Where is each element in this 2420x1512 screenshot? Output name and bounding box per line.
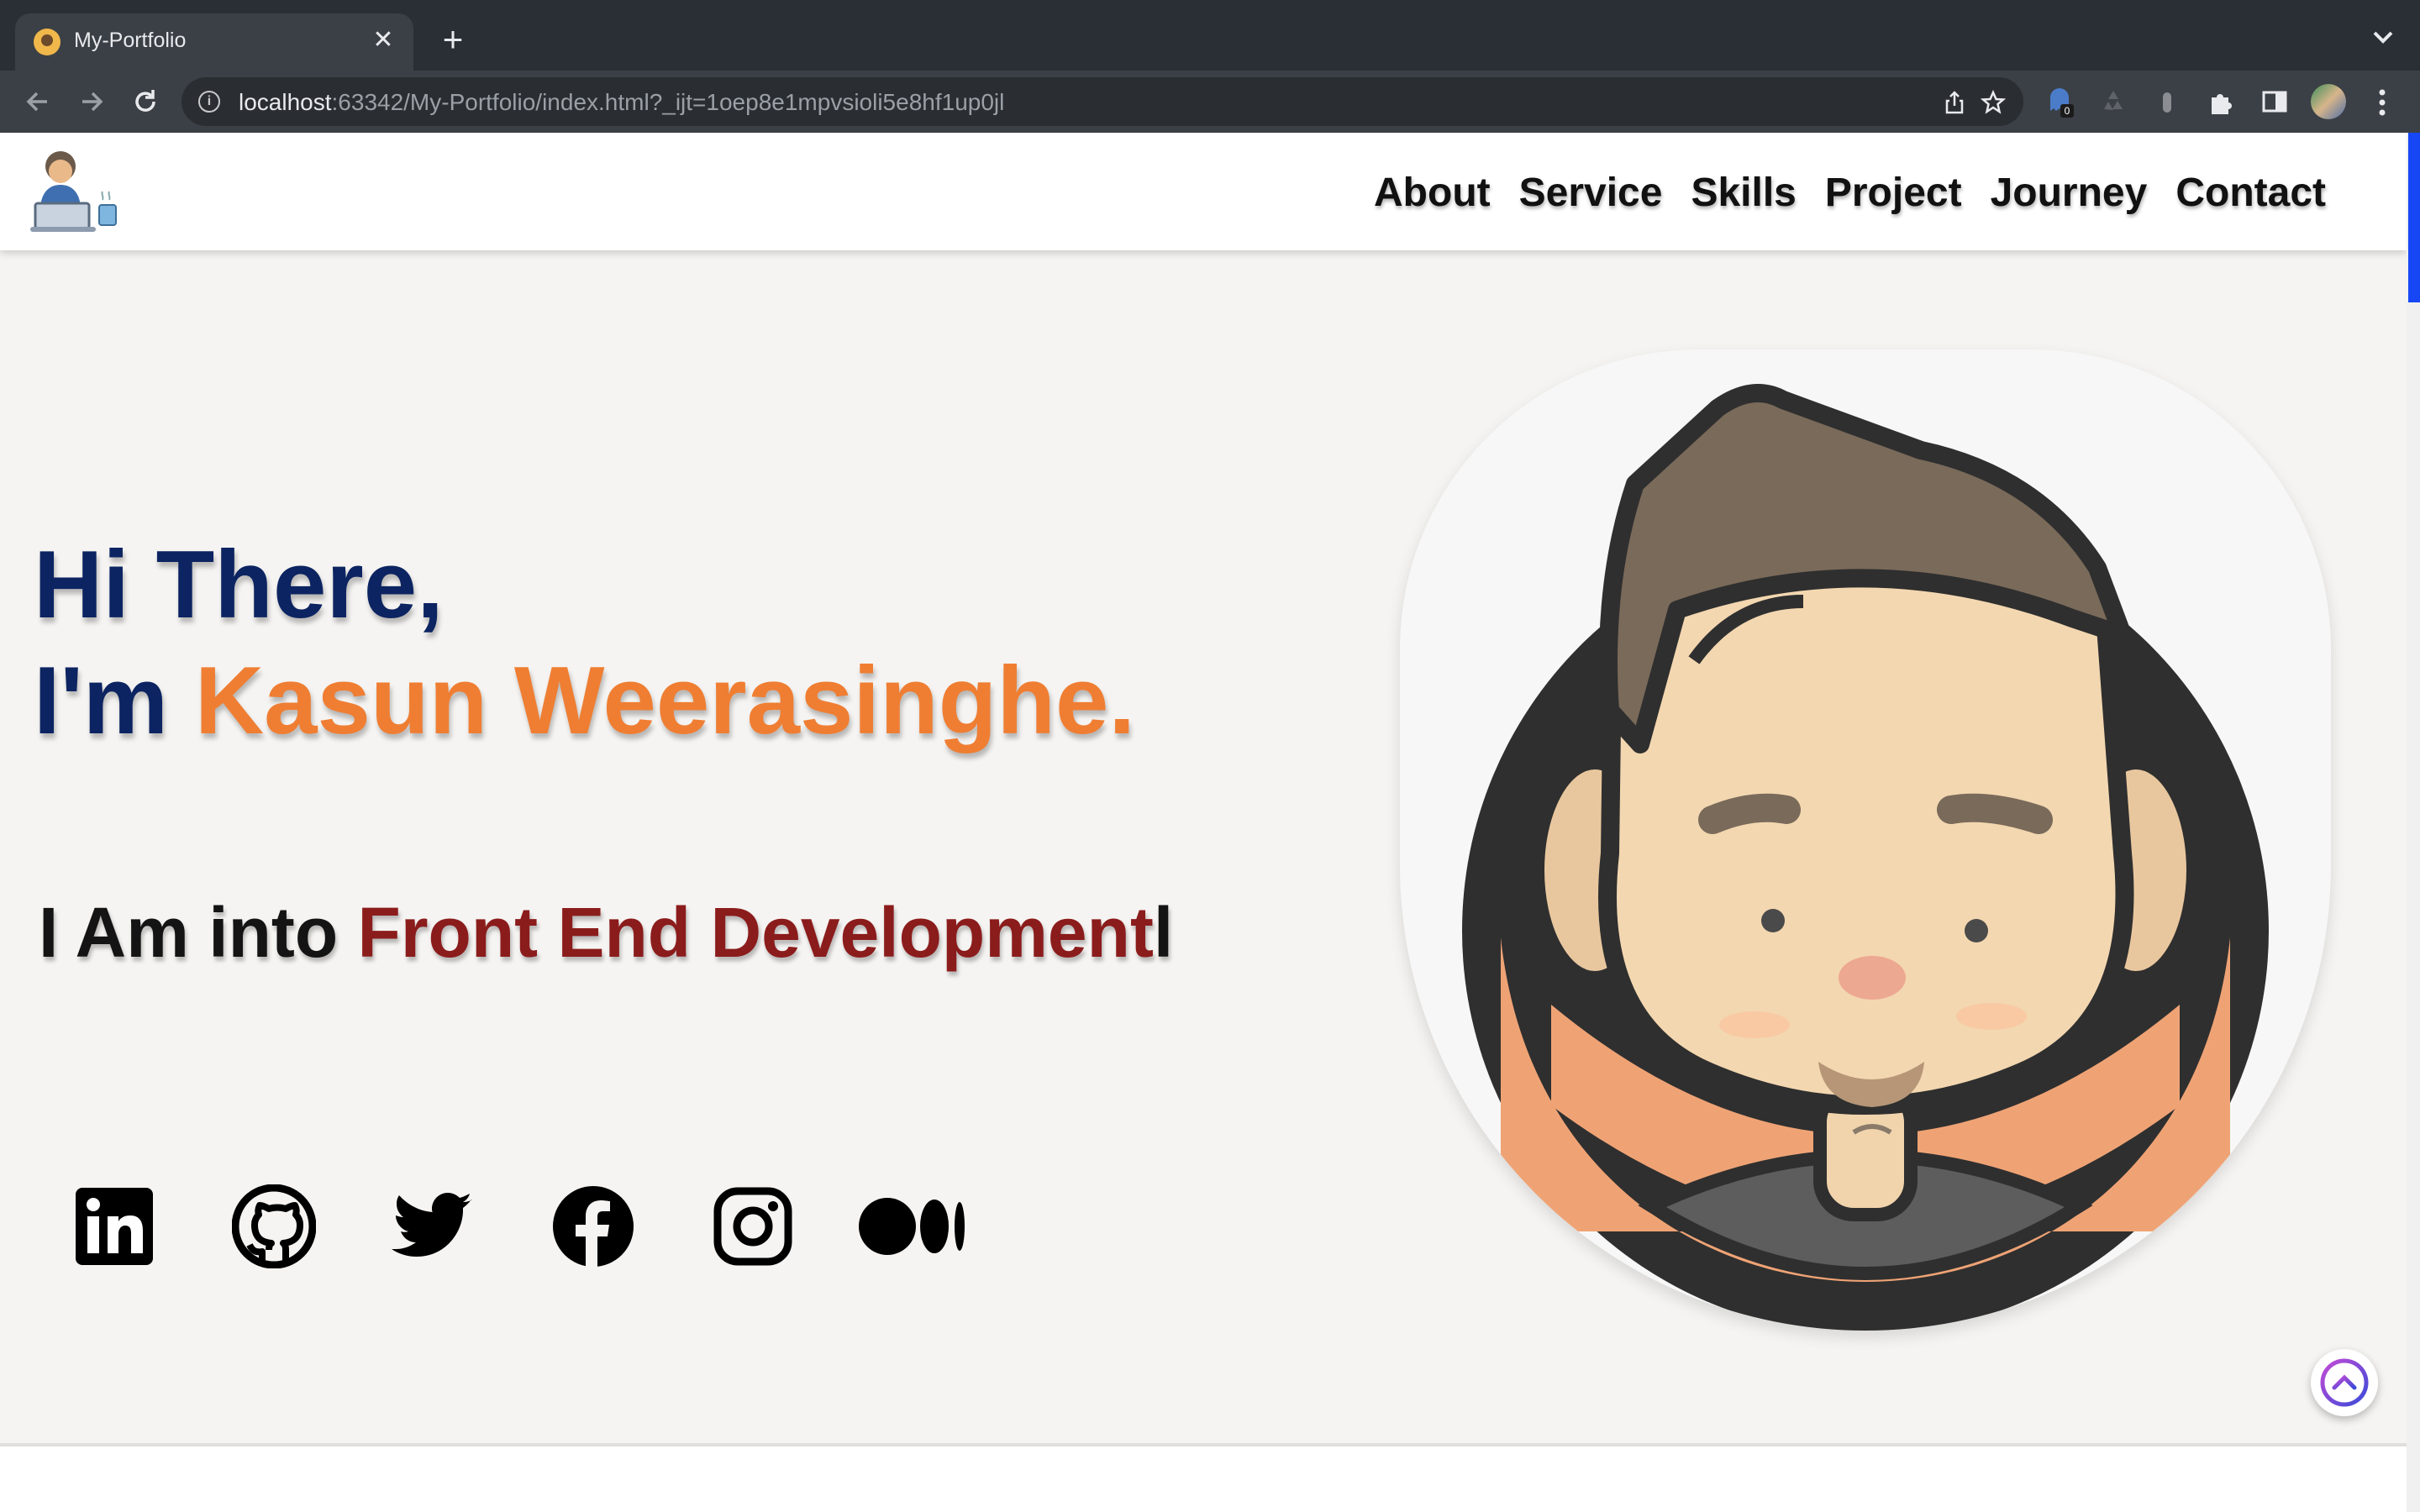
greeting-line: Hi There, bbox=[34, 532, 444, 638]
svg-text:0: 0 bbox=[2065, 105, 2070, 117]
scroll-to-top-button[interactable] bbox=[2311, 1349, 2378, 1416]
browser-tabstrip: My-Portfolio ✕ + bbox=[0, 0, 2420, 71]
profile-avatar[interactable] bbox=[2311, 84, 2346, 119]
hero-heading: Hi There, I'm Kasun Weerasinghe. bbox=[34, 528, 1135, 759]
logo-developer-icon[interactable] bbox=[30, 144, 121, 237]
browser-menu-icon[interactable] bbox=[2370, 86, 2395, 119]
role-accent: Front End Development bbox=[357, 893, 1154, 972]
new-tab-button[interactable]: + bbox=[432, 18, 474, 60]
close-tab-icon[interactable]: ✕ bbox=[366, 24, 400, 57]
nav-service[interactable]: Service bbox=[1519, 170, 1663, 216]
medium-icon[interactable] bbox=[857, 1184, 966, 1268]
browser-toolbar: i localhost:63342/My-Portfolio/index.htm… bbox=[0, 71, 2420, 133]
tab-search-chevron-icon[interactable] bbox=[2368, 22, 2398, 52]
side-panel-icon[interactable] bbox=[2259, 86, 2291, 118]
extension-bottle-icon[interactable] bbox=[2151, 86, 2183, 118]
forward-icon[interactable] bbox=[74, 84, 109, 119]
twitter-icon[interactable] bbox=[392, 1184, 476, 1268]
nav-contact[interactable]: Contact bbox=[2175, 170, 2326, 216]
typing-cursor: l bbox=[1153, 893, 1174, 972]
url-text: localhost:63342/My-Portfolio/index.html?… bbox=[239, 89, 1005, 115]
hero-name: Kasun Weerasinghe. bbox=[194, 648, 1136, 754]
back-icon[interactable] bbox=[20, 84, 55, 119]
extension-recycle-icon[interactable] bbox=[2097, 86, 2129, 118]
scrollbar-thumb[interactable] bbox=[2408, 133, 2420, 302]
nav-skills[interactable]: Skills bbox=[1691, 170, 1796, 216]
github-icon[interactable] bbox=[232, 1184, 316, 1268]
nav-journey[interactable]: Journey bbox=[1991, 170, 2148, 216]
nav-about[interactable]: About bbox=[1374, 170, 1491, 216]
main-nav: About Service Skills Project Journey Con… bbox=[1374, 170, 2326, 216]
extensions-puzzle-icon[interactable] bbox=[2205, 86, 2237, 118]
browser-tab[interactable]: My-Portfolio ✕ bbox=[15, 13, 413, 71]
facebook-icon[interactable] bbox=[551, 1184, 635, 1268]
site-header: About Service Skills Project Journey Con… bbox=[0, 133, 2407, 250]
name-line: I'm Kasun Weerasinghe. bbox=[34, 648, 1136, 754]
address-bar[interactable]: i localhost:63342/My-Portfolio/index.htm… bbox=[182, 77, 2023, 126]
next-section-top bbox=[0, 1443, 2407, 1512]
tab-title: My-Portfolio bbox=[74, 29, 187, 52]
instagram-icon[interactable] bbox=[711, 1184, 795, 1268]
nav-project[interactable]: Project bbox=[1825, 170, 1962, 216]
linkedin-icon[interactable] bbox=[72, 1184, 156, 1268]
page-scrollbar[interactable] bbox=[2407, 133, 2420, 1512]
site-info-icon[interactable]: i bbox=[198, 91, 220, 113]
bookmark-star-icon[interactable] bbox=[1980, 89, 2007, 116]
cartoon-face-icon bbox=[1462, 384, 2269, 1331]
reload-icon[interactable] bbox=[128, 84, 163, 119]
page: About Service Skills Project Journey Con… bbox=[0, 133, 2420, 1512]
profile-avatar-illustration bbox=[1400, 349, 2331, 1331]
extension-ghost-icon[interactable]: 0 bbox=[2044, 86, 2075, 118]
share-icon[interactable] bbox=[1941, 89, 1968, 116]
role-typing-text: I Am into Front End Developmentl bbox=[39, 893, 1174, 972]
favicon-icon bbox=[34, 29, 60, 55]
